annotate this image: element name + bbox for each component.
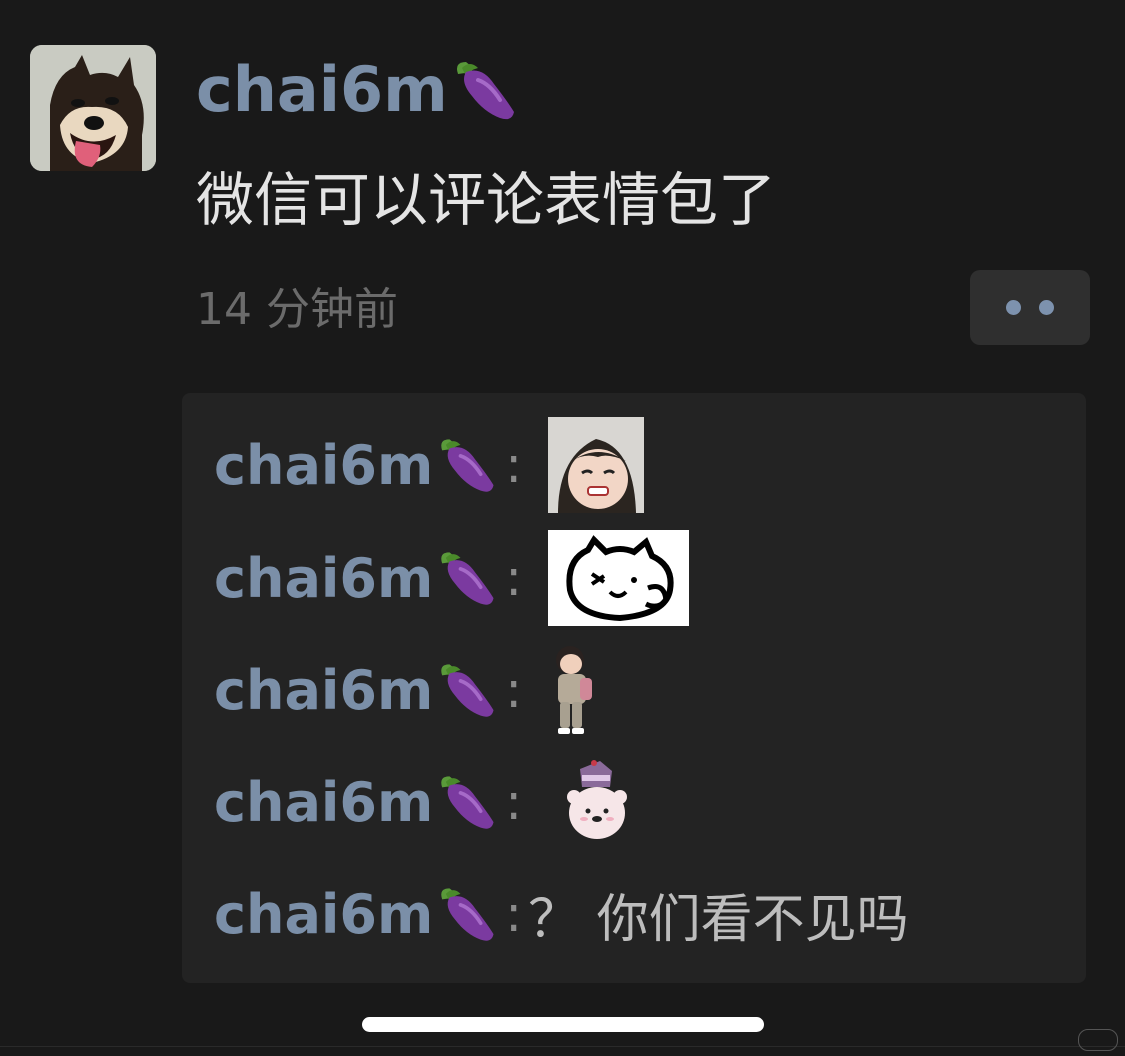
comment-item: chai6m : [214,415,645,515]
crying-child-sticker[interactable] [548,417,645,513]
comment-colon: : [505,773,523,831]
eggplant-icon [456,62,514,120]
comments-panel: chai6m : chai6m: chai6m: chai6m: chai… [182,393,1086,983]
eggplant-icon [441,439,494,492]
bear-with-cake-hat-sticker[interactable] [564,757,630,847]
post-time: 14 分钟前 [196,284,398,335]
comment-item: chai6m : [214,752,630,852]
comment-author-name[interactable]: chai6m [214,883,433,946]
watermark-badge [1078,1029,1118,1051]
more-actions-button[interactable] [970,270,1090,345]
comment-colon: : [505,885,523,943]
bottom-divider [0,1046,1125,1047]
comment-author[interactable]: chai6m [214,769,499,835]
post-author[interactable]: chai6m [196,52,520,128]
comment-colon: : [505,549,523,607]
eggplant-icon [441,776,494,829]
comment-author[interactable]: chai6m [214,881,499,947]
comment-colon: : [505,661,523,719]
comment-author-name[interactable]: chai6m [214,547,433,610]
toddler-with-backpack-sticker[interactable] [550,642,596,738]
author-name[interactable]: chai6m [196,52,448,128]
comment-item: chai6m : [214,640,596,740]
comment-author[interactable]: chai6m [214,545,499,611]
dot-icon [1006,300,1021,315]
shiba-dog-icon [30,45,156,171]
comment-item: chai6m : ？ 你们看不见吗 [214,864,909,964]
eggplant-icon [441,664,494,717]
comment-author-name[interactable]: chai6m [214,771,433,834]
eggplant-icon [441,552,494,605]
dot-icon [1039,300,1054,315]
eggplant-icon [441,888,494,941]
home-indicator[interactable] [362,1017,764,1032]
comment-author-name[interactable]: chai6m [214,659,433,722]
post-text: 微信可以评论表情包了 [196,166,777,234]
comment-author-name[interactable]: chai6m [214,434,433,497]
comment-colon: : [505,436,523,494]
comment-item: chai6m : [214,528,690,628]
line-drawn-cat-sticker[interactable] [548,530,690,626]
comment-text: ？ 你们看不见吗 [528,889,909,950]
comment-author[interactable]: chai6m [214,432,499,498]
comment-author[interactable]: chai6m [214,657,499,723]
post-avatar[interactable] [30,45,156,171]
